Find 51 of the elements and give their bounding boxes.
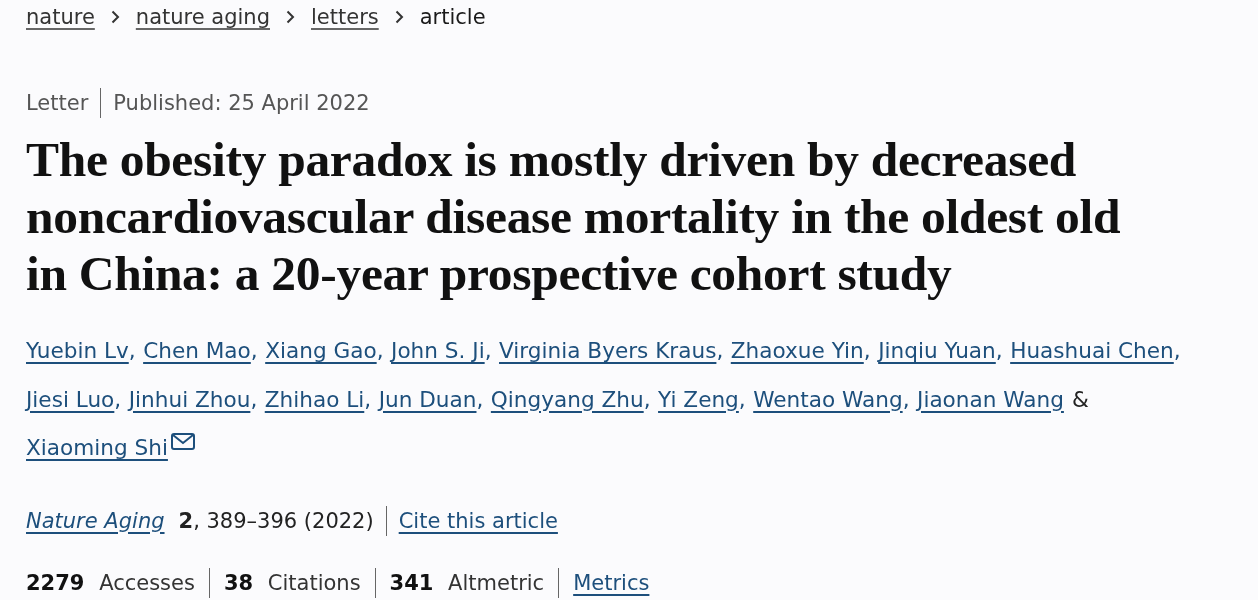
author-link[interactable]: Jun Duan <box>378 375 477 424</box>
author-link[interactable]: Wentao Wang <box>753 375 903 424</box>
author-separator: , <box>250 385 258 414</box>
author-separator: , <box>995 337 1003 365</box>
author-separator: , <box>376 337 384 365</box>
author-separator: , <box>1173 337 1181 365</box>
author-separator: , <box>738 385 746 414</box>
journal-link[interactable]: Nature Aging <box>26 508 165 533</box>
author-link[interactable]: Zhihao Li <box>264 375 365 424</box>
author-link[interactable]: Qingyang Zhu <box>490 375 644 424</box>
author-separator: , <box>476 385 484 414</box>
author-link[interactable]: Yi Zeng <box>658 375 739 424</box>
breadcrumb-link[interactable]: nature <box>26 0 95 34</box>
cite-link[interactable]: Cite this article <box>398 508 558 533</box>
author-link[interactable]: Jinhui Zhou <box>128 375 251 424</box>
author-link[interactable]: Xiang Gao <box>265 327 377 376</box>
author-link[interactable]: Zhaoxue Yin <box>730 327 864 376</box>
author-link[interactable]: Jiaonan Wang <box>917 375 1064 424</box>
volume-pages: 2, 389–396 (2022) <box>178 508 374 533</box>
author-separator: , <box>484 337 492 365</box>
metric-stat: 38 Citations <box>223 570 361 595</box>
author-separator: , <box>114 385 122 414</box>
author-link[interactable]: Xiaoming Shi <box>26 424 168 473</box>
chevron-icon <box>110 10 120 24</box>
article-title: The obesity paradox is mostly driven by decreased noncardiovascular disease mortality in the oldest old in China: a 20-year prospective cohort study <box>26 131 1122 302</box>
author-separator: , <box>902 385 910 414</box>
author-link[interactable]: John S. Ji <box>391 327 485 376</box>
metric-stat: 341 Altmetric <box>389 570 545 595</box>
author-link[interactable]: Jiesi Luo <box>26 375 115 424</box>
metrics-link[interactable]: Metrics <box>573 570 650 595</box>
author-separator: , <box>364 385 372 414</box>
author-link[interactable]: Virginia Byers Kraus <box>499 327 717 376</box>
author-separator: , <box>863 337 871 365</box>
breadcrumb-link[interactable]: letters <box>311 0 379 34</box>
author-link[interactable]: Huashuai Chen <box>1010 327 1174 376</box>
author-separator: , <box>716 337 724 365</box>
author-link[interactable]: Chen Mao <box>143 327 251 376</box>
metric-stat: 2279 Accesses <box>26 570 195 595</box>
author-link[interactable]: Yuebin Lv <box>26 327 129 376</box>
breadcrumb-current: article <box>419 4 486 31</box>
author-separator: & <box>1071 385 1089 414</box>
author-link[interactable]: Jinqiu Yuan <box>878 327 996 376</box>
chevron-icon <box>394 10 404 24</box>
mail-icon[interactable] <box>170 433 195 450</box>
author-separator: , <box>128 337 136 365</box>
breadcrumb-link[interactable]: nature aging <box>135 0 270 34</box>
chevron-icon <box>286 10 295 24</box>
author-separator: , <box>643 385 651 414</box>
article-type: Letter <box>26 91 89 115</box>
author-separator: , <box>250 337 258 365</box>
published-date: Published: 25 April 2022 <box>113 91 370 115</box>
